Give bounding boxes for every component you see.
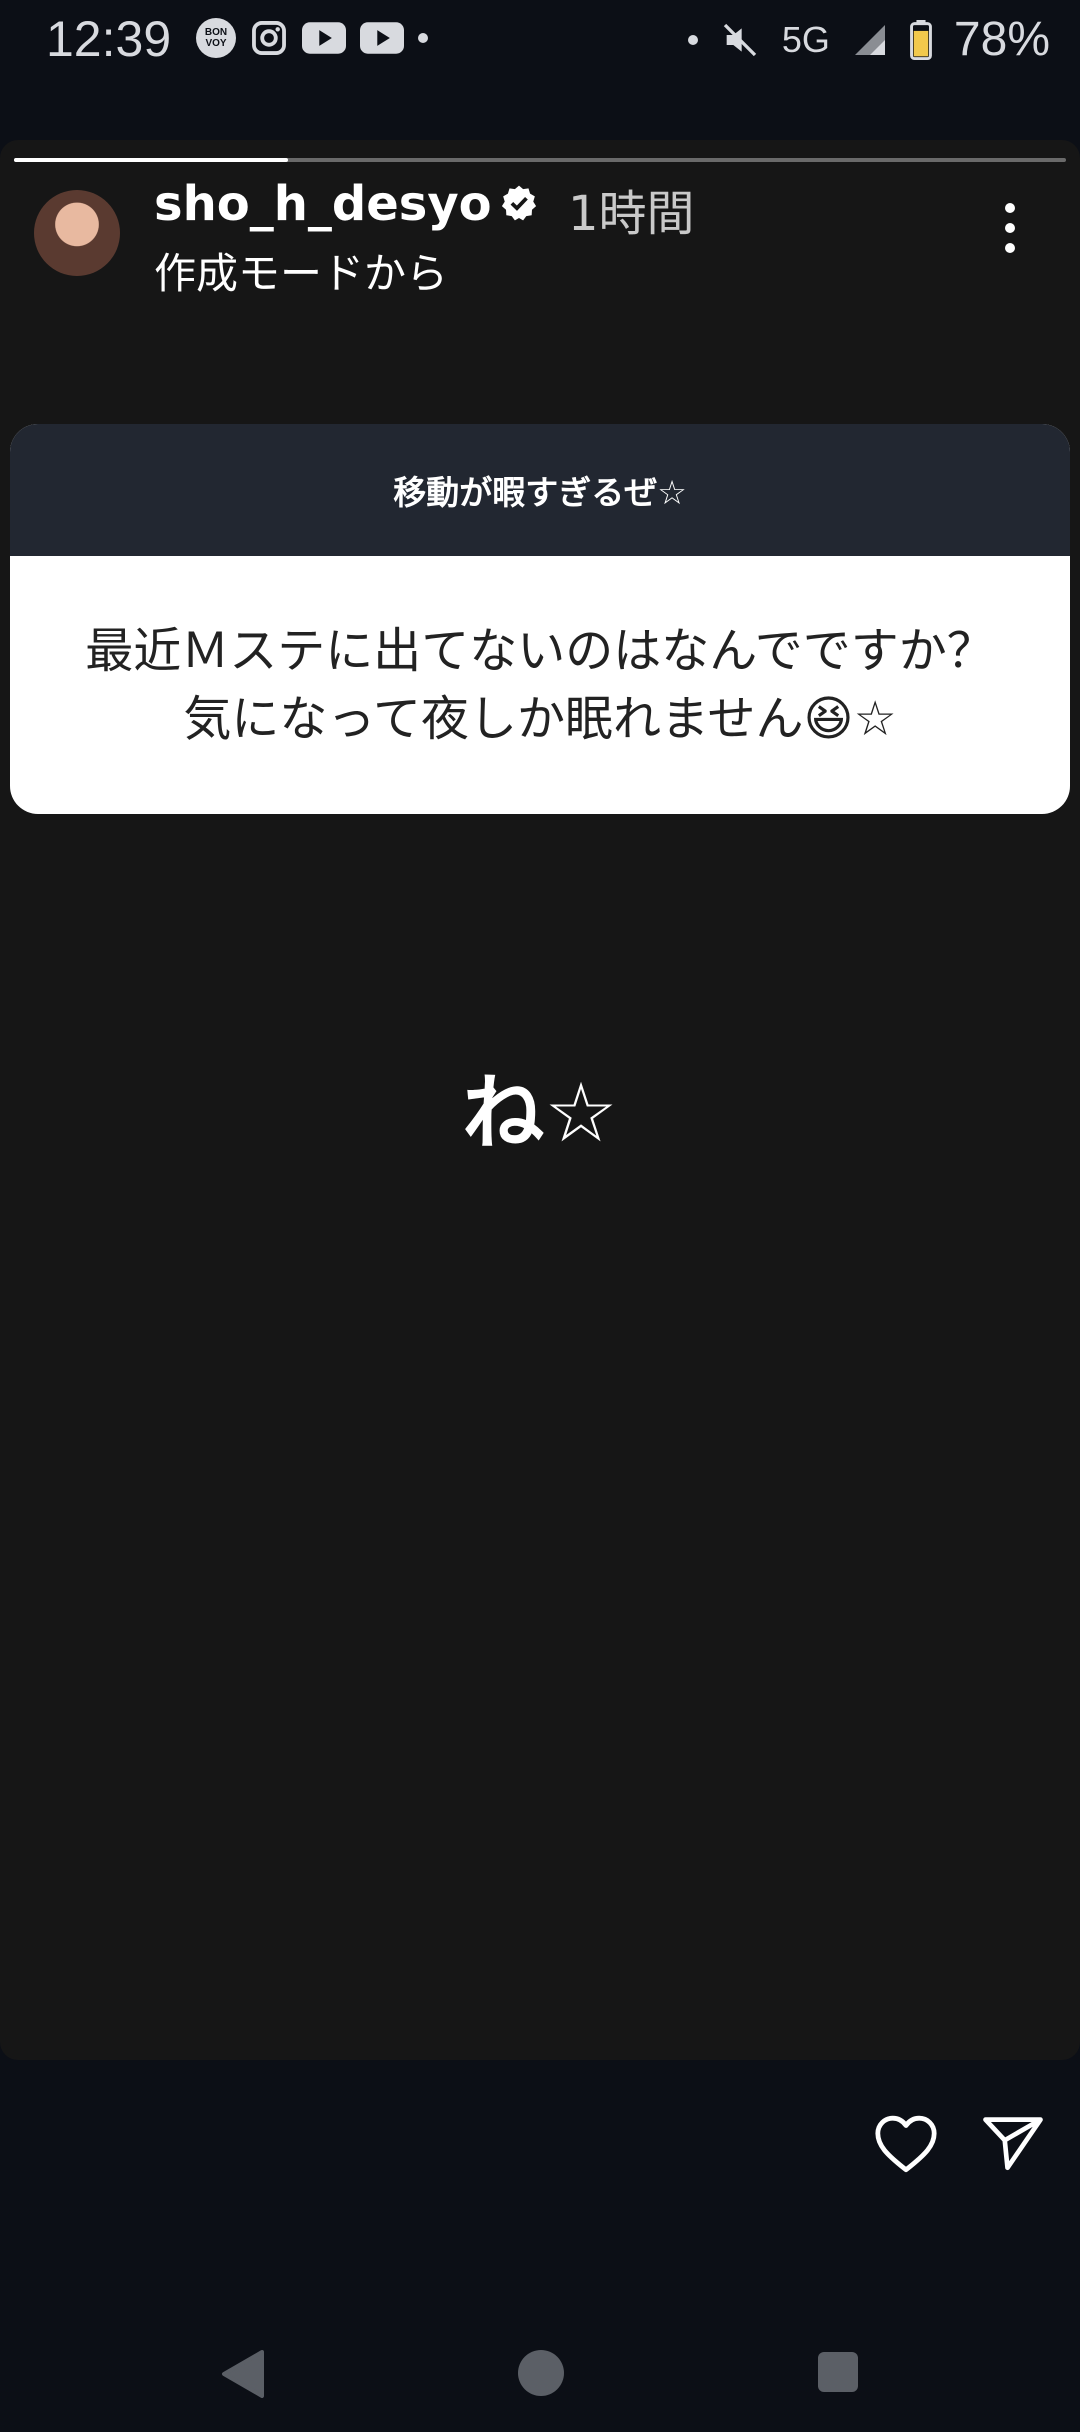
back-button[interactable]: [220, 2350, 264, 2398]
network-type: 5G: [781, 18, 830, 60]
status-time: 12:39: [46, 11, 172, 67]
story-subtitle: 作成モードから: [154, 249, 449, 298]
verified-badge-icon: [501, 185, 537, 221]
signal-icon: [854, 24, 885, 55]
question-sticker: 移動が暇すぎるぜ☆ 最近Ｍステに出てないのはなんでですか？ 気になって夜しか眠れま…: [10, 424, 1070, 814]
username[interactable]: sho_h_desyo: [154, 176, 492, 232]
heart-icon[interactable]: [872, 2112, 940, 2174]
status-dot: [687, 34, 698, 45]
status-right: 5G 78%: [687, 12, 1050, 67]
bonvoy-icon: BON VOY: [196, 18, 236, 58]
mute-icon: [723, 23, 757, 56]
status-bar: 12:39 BON VOY 5G 78%: [0, 0, 1080, 80]
story-actions: [872, 2112, 1046, 2174]
story-progress-bar: [14, 158, 1066, 162]
story-viewer[interactable]: sho_h_desyo 1時間 作成モードから 移動が暇すぎるぜ☆ 最近Ｍステに…: [0, 140, 1080, 2060]
recents-button[interactable]: [818, 2352, 858, 2392]
youtube-icon: [302, 22, 346, 54]
send-icon[interactable]: [980, 2112, 1046, 2174]
home-button[interactable]: [518, 2350, 564, 2396]
more-notifications-dot: [418, 33, 428, 43]
instagram-icon: [252, 21, 286, 55]
answer-text: ね☆: [462, 1066, 618, 1161]
question-text: 最近Ｍステに出てないのはなんでですか？ 気になって夜しか眠れません😆☆: [85, 623, 995, 747]
story-progress-fill: [14, 158, 288, 162]
battery-icon: [910, 19, 932, 60]
system-nav-bar: [0, 2320, 1080, 2432]
youtube-icon: [360, 22, 404, 54]
notification-icons: BON VOY: [196, 18, 428, 58]
story-time-ago: 1時間: [568, 186, 695, 242]
avatar[interactable]: [34, 190, 120, 276]
question-sticker-header: 移動が暇すぎるぜ☆: [10, 424, 1070, 556]
more-options-icon[interactable]: [1002, 202, 1018, 254]
battery-percent: 78%: [953, 13, 1050, 66]
